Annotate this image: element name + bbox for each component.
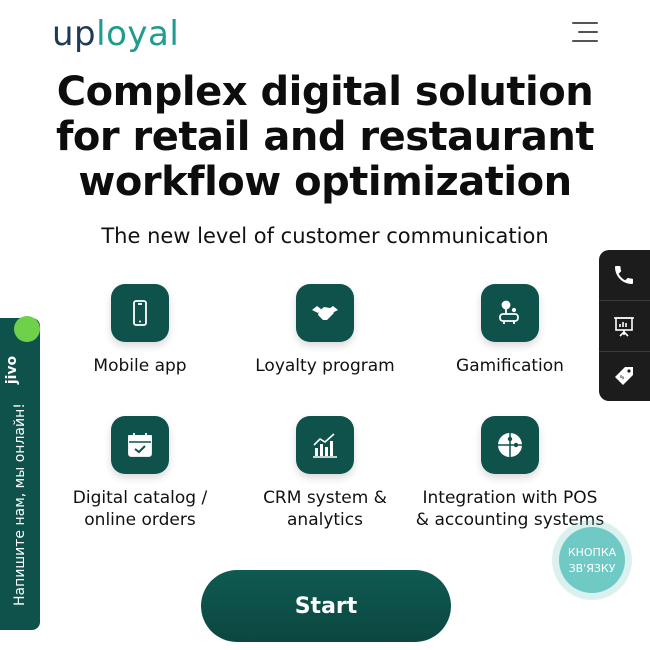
feature-loyalty-program[interactable]: Loyalty program [225, 284, 425, 377]
feature-label: Loyalty program [255, 356, 395, 376]
phone-icon[interactable] [599, 250, 650, 300]
jivo-chat-label: Напишите нам, мы онлайн! [12, 403, 28, 606]
presentation-icon[interactable] [599, 301, 650, 351]
feature-integration-pos[interactable]: Integration with POS & accounting system… [410, 416, 610, 531]
title-line-1: Complex digital solution [56, 69, 594, 115]
feature-label-line-1: Integration with POS [422, 488, 598, 508]
page-subtitle: The new level of customer communication [101, 224, 549, 248]
feature-label: Gamification [456, 356, 564, 376]
feature-label-line-1: CRM system & [263, 488, 387, 508]
contact-button[interactable]: КНОПКА ЗВ'ЯЗКУ [552, 520, 632, 600]
jivo-logo: jivo [4, 352, 32, 392]
contact-button-line-1: КНОПКА [567, 546, 617, 559]
logo-text-loyal: loyal [96, 14, 180, 54]
start-button[interactable]: Start [201, 570, 451, 642]
feature-label-line-1: Digital catalog / [72, 488, 208, 508]
feature-label: Mobile app [93, 356, 187, 376]
price-tag-icon[interactable]: $ [599, 351, 650, 401]
feature-mobile-app[interactable]: Mobile app [40, 284, 240, 377]
handshake-icon [296, 284, 354, 342]
hamburger-icon[interactable] [566, 22, 598, 44]
title-line-3: workflow optimization [78, 159, 572, 205]
bar-chart-icon [296, 416, 354, 474]
puzzle-icon [481, 416, 539, 474]
uployal-logo[interactable]: uployal [52, 14, 179, 54]
feature-label-line-2: online orders [84, 510, 196, 530]
joystick-icon [481, 284, 539, 342]
jivo-chat-tab[interactable]: jivo Напишите нам, мы онлайн! [0, 316, 40, 630]
smartphone-icon [111, 284, 169, 342]
calendar-check-icon [111, 416, 169, 474]
online-indicator [14, 316, 40, 342]
feature-gamification[interactable]: Gamification [410, 284, 610, 377]
contact-button-line-2: ЗВ'ЯЗКУ [568, 562, 616, 575]
contact-button-inner: КНОПКА ЗВ'ЯЗКУ [559, 527, 625, 593]
side-contact-panel: $ [599, 250, 650, 401]
title-line-2: for retail and restaurant [56, 114, 594, 160]
feature-crm-analytics[interactable]: CRM system & analytics [225, 416, 425, 531]
jivo-brand-text: jivo [4, 355, 21, 385]
feature-digital-catalog[interactable]: Digital catalog / online orders [40, 416, 240, 531]
feature-label-line-2: analytics [287, 510, 363, 530]
page-title: Complex digital solution for retail and … [0, 70, 650, 205]
logo-text-up: up [52, 14, 97, 54]
